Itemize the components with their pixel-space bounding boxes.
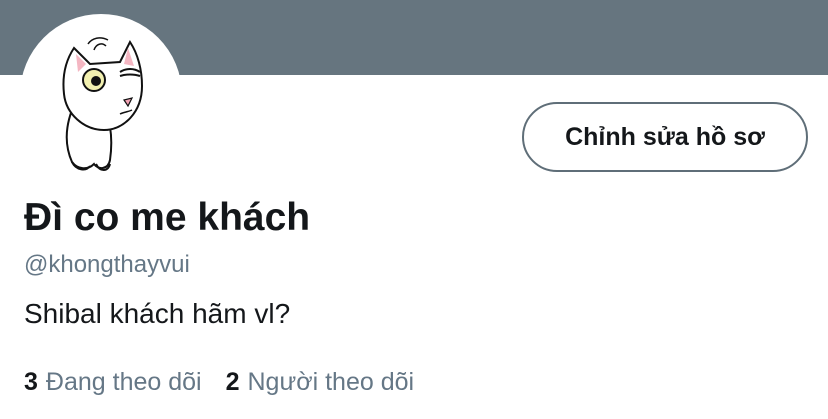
display-name: Đì co me khách bbox=[24, 196, 311, 239]
followers-label: Người theo dõi bbox=[247, 368, 415, 396]
profile-bio: Shibal khách hãm vl? bbox=[24, 298, 291, 329]
followers-link[interactable]: 2 Người theo dõi bbox=[226, 368, 414, 397]
edit-profile-button[interactable]: Chỉnh sửa hồ sơ bbox=[522, 102, 808, 172]
followers-count: 2 bbox=[225, 368, 240, 396]
following-link[interactable]: 3 Đang theo dõi bbox=[24, 368, 202, 397]
following-label: Đang theo dõi bbox=[45, 368, 202, 396]
follow-stats: 3 Đang theo dõi 2 Người theo dõi bbox=[24, 368, 438, 397]
cartoon-cat-avatar-icon bbox=[62, 37, 144, 171]
profile-handle: @khongthayvui bbox=[24, 251, 190, 278]
following-count: 3 bbox=[24, 368, 38, 396]
profile-avatar[interactable] bbox=[20, 14, 182, 176]
